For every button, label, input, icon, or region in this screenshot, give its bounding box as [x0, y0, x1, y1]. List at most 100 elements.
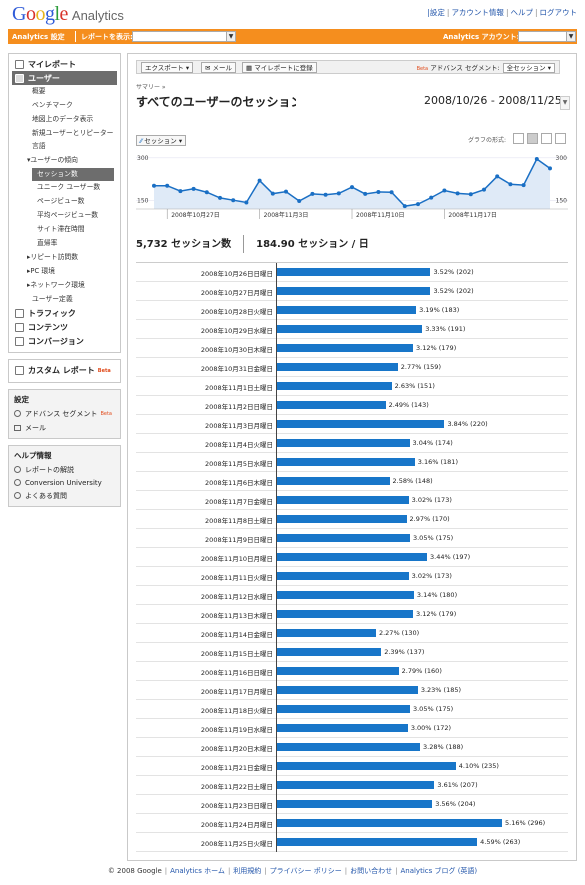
- chart-point[interactable]: [363, 191, 368, 196]
- chart-point[interactable]: [482, 187, 486, 192]
- row-value: 4.10% (235): [458, 762, 499, 770]
- nav-new-vs-returning[interactable]: 新規ユーザーとリピーター: [9, 127, 120, 140]
- nav-visits[interactable]: セッション数: [32, 167, 114, 182]
- footer-link[interactable]: Analytics ホーム: [170, 867, 225, 875]
- chart-point[interactable]: [336, 191, 341, 196]
- nav-map-overlay[interactable]: 地図上のデータ表示: [9, 113, 120, 127]
- table-row: 2008年11月5日水曜日 3.16% (181): [136, 453, 568, 472]
- email-icon: [14, 424, 21, 431]
- chart-point[interactable]: [231, 198, 236, 203]
- table-row: 2008年11月22日土曜日 3.61% (207): [136, 776, 568, 795]
- chart-point[interactable]: [284, 189, 288, 194]
- chart-point[interactable]: [389, 190, 394, 195]
- nav-visitor-trending[interactable]: ▾ユーザーの傾向: [9, 154, 120, 168]
- session-bar: [277, 496, 409, 504]
- chart-point[interactable]: [350, 185, 354, 190]
- logout-link[interactable]: ログアウト: [540, 8, 578, 17]
- nav-languages[interactable]: 言語: [9, 140, 120, 154]
- chart-point[interactable]: [152, 183, 156, 188]
- nav-bounce-rate[interactable]: 直帰率: [9, 237, 120, 251]
- email-button[interactable]: ✉ メール: [201, 62, 237, 73]
- chart-point[interactable]: [442, 188, 447, 193]
- nav-dashboard[interactable]: マイレポート: [9, 57, 120, 71]
- nav-content[interactable]: コンテンツ: [9, 321, 120, 335]
- nav-network-properties[interactable]: ▸ネットワーク環境: [9, 279, 120, 293]
- help-icon: [14, 466, 21, 474]
- footer-link[interactable]: Analytics ブログ (英語): [400, 867, 477, 875]
- row-date: 2008年10月28日火曜日: [200, 308, 273, 316]
- row-value: 2.58% (148): [392, 477, 433, 485]
- nav-traffic-sources[interactable]: トラフィック: [9, 307, 120, 321]
- segment-select[interactable]: 全セッション ▾: [502, 63, 555, 73]
- graph-month-button[interactable]: [555, 133, 566, 144]
- session-bar: [277, 363, 398, 371]
- graph-clock-button[interactable]: [513, 133, 524, 144]
- account-info-link[interactable]: アカウント情報: [451, 8, 504, 17]
- chart-point[interactable]: [468, 192, 473, 197]
- date-range[interactable]: 2008/10/26 - 2008/11/25: [424, 94, 562, 107]
- nav-absolute-unique-visitors[interactable]: ユニーク ユーザー数: [9, 181, 120, 195]
- graph-week-button[interactable]: [541, 133, 552, 144]
- google-analytics-logo[interactable]: Google Analytics: [12, 3, 124, 26]
- nav-pageviews[interactable]: ページビュー数: [9, 195, 120, 209]
- row-date: 2008年11月8日土曜日: [205, 517, 273, 525]
- chart-point[interactable]: [416, 202, 420, 207]
- chevron-down-icon[interactable]: ▼: [560, 96, 570, 110]
- breadcrumb[interactable]: サマリー »: [136, 82, 166, 91]
- nav-benchmark[interactable]: ベンチマーク: [9, 99, 120, 113]
- chart-point[interactable]: [521, 183, 526, 188]
- totals: 5,732 セッション数 184.90 セッション / 日: [136, 235, 369, 253]
- analytics-settings-link[interactable]: Analytics 設定: [12, 32, 65, 42]
- row-value: 3.52% (202): [433, 268, 474, 276]
- row-value: 3.02% (173): [411, 496, 452, 504]
- chart-point[interactable]: [191, 186, 196, 191]
- chart-point[interactable]: [204, 190, 209, 195]
- chevron-down-icon: ▼: [226, 32, 235, 41]
- nav-time-on-site[interactable]: サイト滞在時間: [9, 223, 120, 237]
- advanced-segments-link[interactable]: アドバンス セグメント Beta: [9, 407, 120, 421]
- session-bar: [277, 781, 435, 789]
- nav-overview[interactable]: 概要: [9, 85, 120, 99]
- chart-point[interactable]: [376, 189, 381, 194]
- metric-selector[interactable]: ⁄⁄ セッション ▾: [136, 135, 187, 146]
- report-select[interactable]: ▼: [132, 31, 236, 42]
- session-bar: [277, 268, 431, 276]
- export-button[interactable]: エクスポート ▾: [141, 62, 194, 73]
- footer-link[interactable]: プライバシー ポリシー: [270, 867, 342, 875]
- chart-point[interactable]: [218, 195, 222, 200]
- nav-custom-reports[interactable]: カスタム レポート Beta: [9, 364, 120, 378]
- nav-average-pageviews[interactable]: 平均ページビュー数: [9, 209, 120, 223]
- email-link[interactable]: メール: [9, 421, 120, 435]
- chart-point[interactable]: [402, 204, 407, 209]
- chart-point[interactable]: [429, 195, 434, 200]
- chart-point[interactable]: [270, 191, 275, 196]
- chart-point[interactable]: [244, 200, 249, 205]
- chart-point[interactable]: [495, 174, 500, 179]
- nav-goals[interactable]: コンバージョン: [9, 335, 120, 349]
- chart-point[interactable]: [508, 182, 513, 187]
- chart-point[interactable]: [455, 191, 460, 196]
- table-row: 2008年11月21日金曜日 4.10% (235): [136, 757, 568, 776]
- nav-browser-capabilities[interactable]: ▸PC 環境: [9, 265, 120, 279]
- footer-link[interactable]: お問い合わせ: [350, 867, 392, 875]
- account-select[interactable]: ▼: [518, 31, 576, 42]
- nav-visitors[interactable]: ユーザー: [12, 71, 117, 85]
- settings-link[interactable]: 設定: [430, 8, 445, 17]
- chart-point[interactable]: [310, 191, 315, 196]
- faq-link[interactable]: よくある質問: [9, 489, 120, 503]
- graph-day-button[interactable]: [527, 133, 538, 144]
- chart-point[interactable]: [178, 189, 183, 194]
- chart-point[interactable]: [548, 166, 552, 171]
- add-to-dashboard-button[interactable]: ▦ マイレポートに登録: [242, 62, 317, 73]
- chart-point[interactable]: [165, 183, 170, 188]
- chart-point[interactable]: [323, 192, 328, 197]
- chart-point[interactable]: [534, 156, 539, 161]
- nav-user-defined[interactable]: ユーザー定義: [9, 293, 120, 307]
- chart-point[interactable]: [257, 178, 262, 183]
- nav-visitor-loyalty[interactable]: ▸リピート訪問数: [9, 251, 120, 265]
- conversion-university-link[interactable]: Conversion University: [9, 477, 120, 489]
- chart-point[interactable]: [297, 199, 302, 204]
- help-link[interactable]: ヘルプ: [510, 8, 533, 17]
- help-report-link[interactable]: レポートの解説: [9, 463, 120, 477]
- footer-link[interactable]: 利用規約: [233, 867, 261, 875]
